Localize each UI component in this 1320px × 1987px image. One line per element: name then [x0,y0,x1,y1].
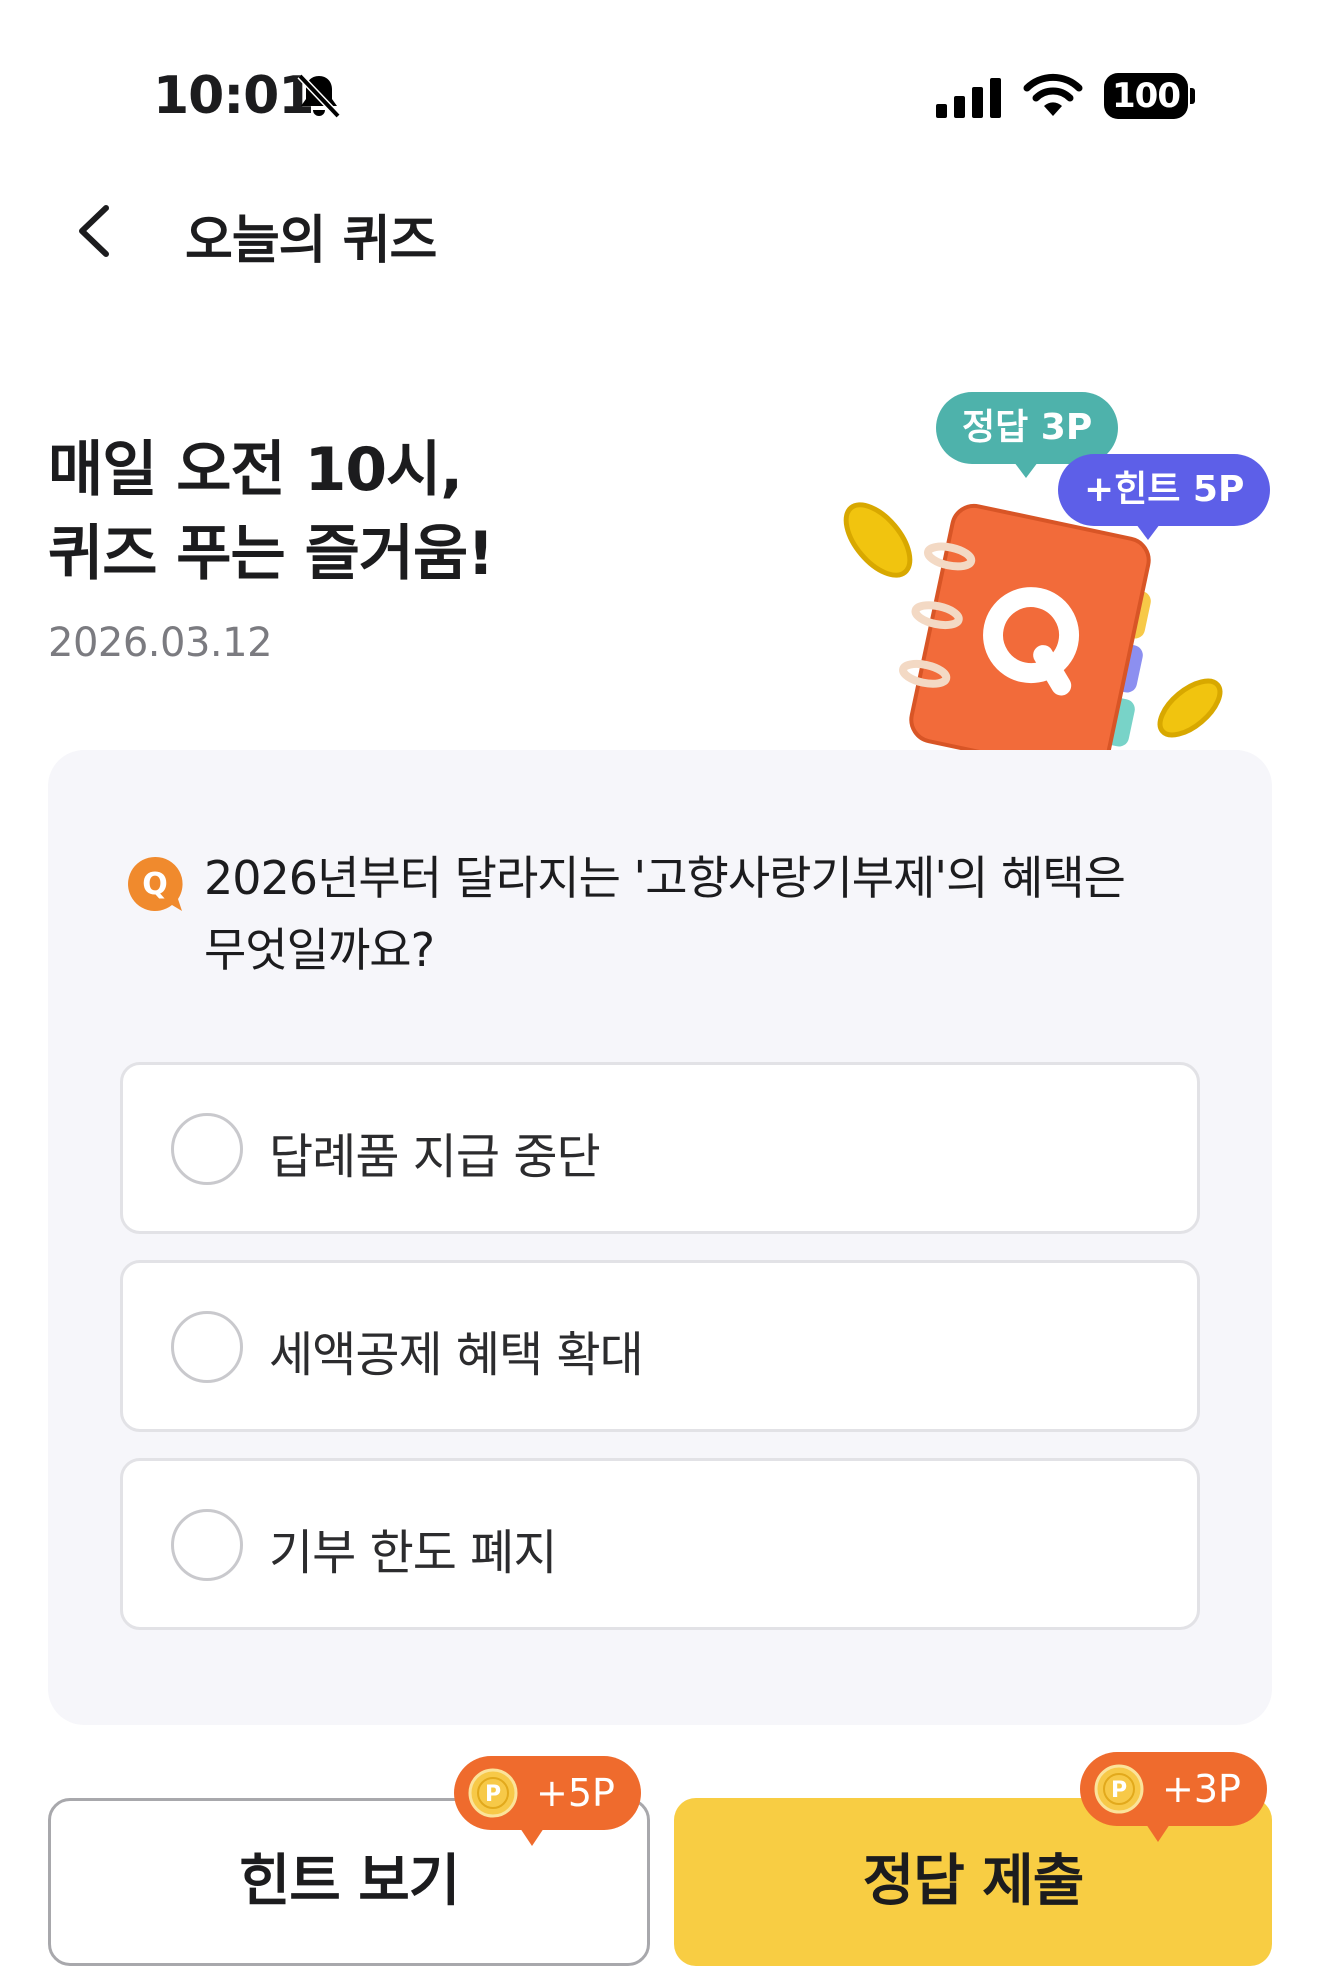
answer-option[interactable]: 답례품 지급 중단 [120,1062,1200,1234]
hint-points-label: +5P [536,1771,615,1815]
coin-right [1157,678,1223,738]
svg-text:Q: Q [142,867,168,902]
back-button[interactable] [66,196,126,266]
point-coin-icon: P [1094,1764,1144,1814]
wifi-icon [1023,73,1083,116]
submit-points-tag: P +3P [1080,1752,1267,1842]
submit-points-label: +3P [1162,1767,1241,1811]
quiz-screen: 10:01 100 오늘의 퀴즈 매일 오전 10시, 퀴즈 푸는 즐거움! 2… [0,0,1320,1987]
hint-points-bubble: +힌트 5P [1058,454,1271,540]
hero-title-line1: 매일 오전 10시, [48,435,463,505]
quiz-date: 2026.03.12 [48,620,273,666]
battery-indicator: 100 [1104,73,1195,119]
radio-button[interactable] [171,1113,243,1185]
battery-level: 100 [1104,73,1188,119]
hero-title-line2: 퀴즈 푸는 즐거움! [48,519,495,589]
coin-left [843,502,913,578]
radio-button[interactable] [171,1311,243,1383]
svg-text:P: P [485,1782,501,1807]
cellular-signal-icon [936,78,1001,118]
status-time: 10:01 [153,66,315,126]
radio-button[interactable] [171,1509,243,1581]
option-label: 답례품 지급 중단 [269,1129,601,1185]
answer-option[interactable]: 세액공제 혜택 확대 [120,1260,1200,1432]
point-coin-icon: P [468,1768,518,1818]
answer-option[interactable]: 기부 한도 폐지 [120,1458,1200,1630]
bell-slash-icon [297,73,341,119]
hint-points-tag: P +5P [454,1756,641,1846]
battery-tip [1190,88,1195,104]
question-text: 2026년부터 달라지는 '고향사랑기부제'의 혜택은 무엇일까요? [204,851,1126,977]
status-bar: 10:01 100 [0,0,1320,150]
option-label: 세액공제 혜택 확대 [269,1327,644,1383]
option-label: 기부 한도 폐지 [269,1525,557,1581]
hero-title: 매일 오전 10시, 퀴즈 푸는 즐거움! [48,428,495,596]
question-badge-icon: Q [128,856,183,911]
svg-text:P: P [1111,1778,1127,1803]
chevron-left-icon [79,205,109,257]
page-title: 오늘의 퀴즈 [185,211,437,271]
